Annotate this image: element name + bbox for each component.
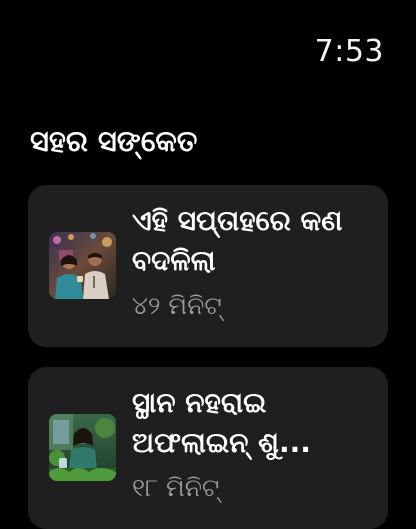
episode-title: ସ୍ଥାନ ନହରାଇ ଅଫଲାଇନ୍ ଶୁ... [132, 386, 311, 459]
couple-city-night-thumbnail [49, 232, 116, 299]
status-time: 7:53 [314, 34, 384, 69]
woman-garden-thumbnail [49, 414, 116, 481]
episode-duration: ୪୨ ମିନିଟ୍ [132, 291, 222, 320]
episode-title: ଏହି ସପ୍ତାହରେ କଣ ବଦଳିଲା [132, 204, 343, 277]
episode-card[interactable]: ସ୍ଥାନ ନହରାଇ ଅଫଲାଇନ୍ ଶୁ... ୧୮ ମିନିଟ୍ [28, 367, 388, 529]
section-title: ସହର ସଙ୍କେତ [30, 124, 198, 158]
episode-duration: ୧୮ ମିନିଟ୍ [132, 473, 220, 502]
episode-card[interactable]: ଏହି ସପ୍ତାହରେ କଣ ବଦଳିଲା ୪୨ ମିନିଟ୍ [28, 185, 388, 347]
